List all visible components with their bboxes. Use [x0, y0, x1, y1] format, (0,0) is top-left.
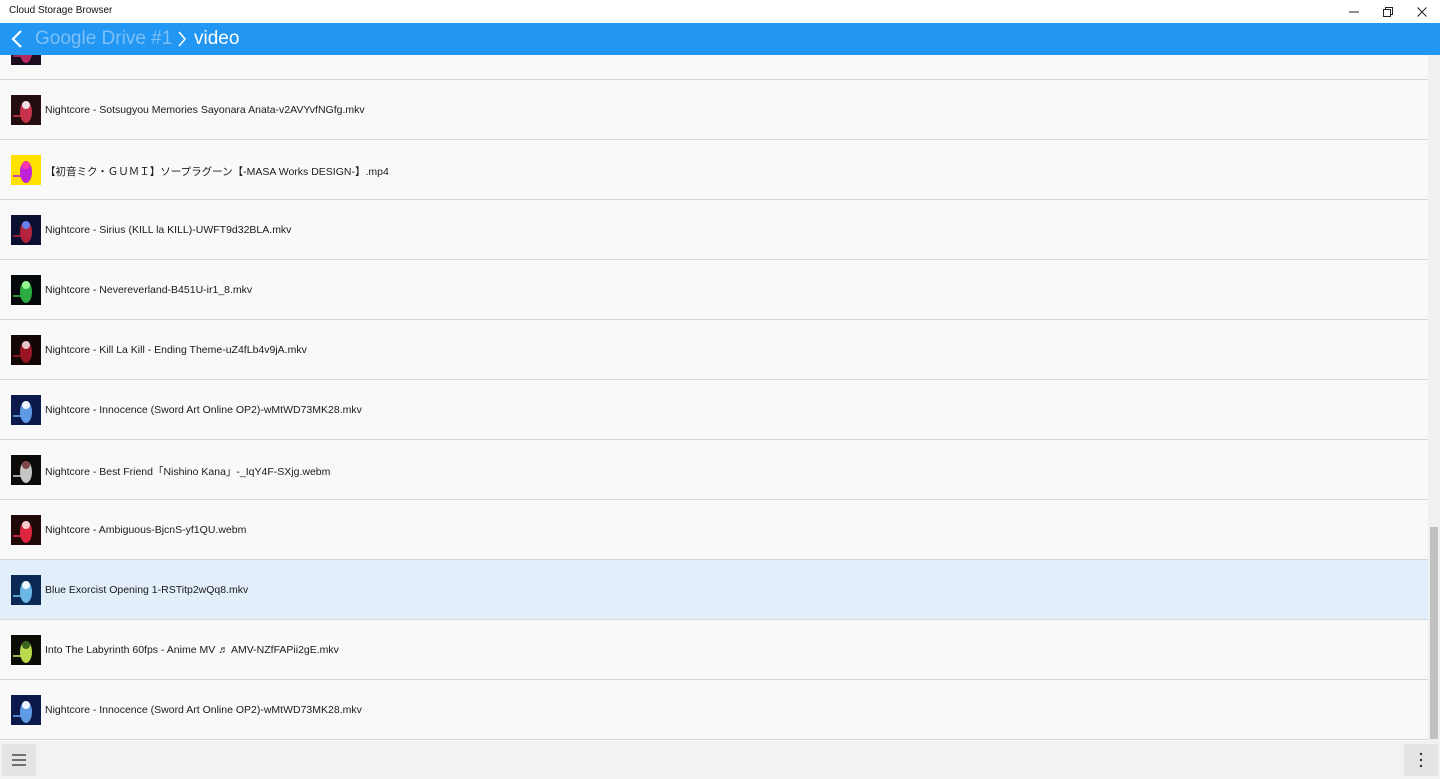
window-title-bar: Cloud Storage Browser: [0, 0, 1440, 23]
restore-button[interactable]: [1371, 0, 1405, 23]
more-vertical-icon: [1419, 752, 1423, 768]
video-thumbnail: [11, 695, 41, 725]
minimize-icon: [1349, 11, 1359, 12]
app-title: Cloud Storage Browser: [9, 5, 113, 16]
minimize-button[interactable]: [1337, 0, 1371, 23]
video-thumbnail: [11, 55, 41, 65]
file-row[interactable]: Nightcore - Sotsugyou Memories Sayonara …: [0, 80, 1428, 140]
video-thumbnail: [11, 215, 41, 245]
file-row[interactable]: Nightcore - Innocence (Sword Art Online …: [0, 680, 1428, 740]
video-thumbnail: [11, 455, 41, 485]
bottom-app-bar: [0, 741, 1440, 779]
close-icon: [1417, 6, 1427, 17]
file-name: 【初音ミク・ＧＵＭＩ】ソープラグーン【-MASA Works DESIGN-】.…: [45, 166, 389, 178]
back-button[interactable]: [6, 27, 28, 51]
file-row[interactable]: Nightcore - Kill La Kill - Ending Theme-…: [0, 320, 1428, 380]
file-name: Nightcore - Sotsugyou Memories Sayonara …: [45, 104, 365, 116]
more-options-button[interactable]: [1404, 744, 1438, 776]
close-button[interactable]: [1405, 0, 1439, 23]
chevron-left-icon: [11, 30, 22, 48]
menu-button[interactable]: [2, 744, 36, 776]
breadcrumb-root[interactable]: Google Drive #1: [35, 28, 172, 50]
video-thumbnail: [11, 335, 41, 365]
video-thumbnail: [11, 95, 41, 125]
video-thumbnail: [11, 275, 41, 305]
hamburger-menu-icon: [12, 754, 26, 766]
video-thumbnail: [11, 575, 41, 605]
file-row[interactable]: [0, 55, 1428, 80]
file-name: Nightcore - Best Friend「Nishino Kana」-_I…: [45, 466, 331, 478]
file-row[interactable]: Into The Labyrinth 60fps - Anime MV ♬ AM…: [0, 620, 1428, 680]
file-name: Nightcore - Ambiguous-BjcnS-yf1QU.webm: [45, 524, 247, 536]
video-thumbnail: [11, 515, 41, 545]
vertical-scrollbar[interactable]: [1428, 55, 1440, 741]
file-name: Nightcore - Innocence (Sword Art Online …: [45, 404, 362, 416]
file-name: Blue Exorcist Opening 1-RSTitp2wQq8.mkv: [45, 584, 249, 596]
file-row[interactable]: Nightcore - Innocence (Sword Art Online …: [0, 380, 1428, 440]
file-row[interactable]: Nightcore - Nevereverland-B451U-ir1_8.mk…: [0, 260, 1428, 320]
file-row[interactable]: Nightcore - Best Friend「Nishino Kana」-_I…: [0, 440, 1428, 500]
file-name: Into The Labyrinth 60fps - Anime MV ♬ AM…: [45, 644, 339, 656]
file-list: Nightcore - Sotsugyou Memories Sayonara …: [0, 55, 1428, 741]
breadcrumb-bar: Google Drive #1 video: [0, 23, 1440, 55]
file-name: Nightcore - Nevereverland-B451U-ir1_8.mk…: [45, 284, 253, 296]
restore-icon: [1383, 6, 1393, 17]
file-row[interactable]: 【初音ミク・ＧＵＭＩ】ソープラグーン【-MASA Works DESIGN-】.…: [0, 140, 1428, 200]
video-thumbnail: [11, 155, 41, 185]
file-row[interactable]: Nightcore - Sirius (KILL la KILL)-UWFT9d…: [0, 200, 1428, 260]
chevron-right-icon: [178, 31, 187, 47]
file-name: Nightcore - Kill La Kill - Ending Theme-…: [45, 344, 307, 356]
breadcrumb-current: video: [194, 28, 240, 49]
file-name: Nightcore - Innocence (Sword Art Online …: [45, 704, 362, 716]
file-name: Nightcore - Sirius (KILL la KILL)-UWFT9d…: [45, 224, 292, 236]
scrollbar-thumb[interactable]: [1430, 527, 1438, 739]
video-thumbnail: [11, 395, 41, 425]
file-row[interactable]: Blue Exorcist Opening 1-RSTitp2wQq8.mkv: [0, 560, 1428, 620]
file-row[interactable]: Nightcore - Ambiguous-BjcnS-yf1QU.webm: [0, 500, 1428, 560]
video-thumbnail: [11, 635, 41, 665]
